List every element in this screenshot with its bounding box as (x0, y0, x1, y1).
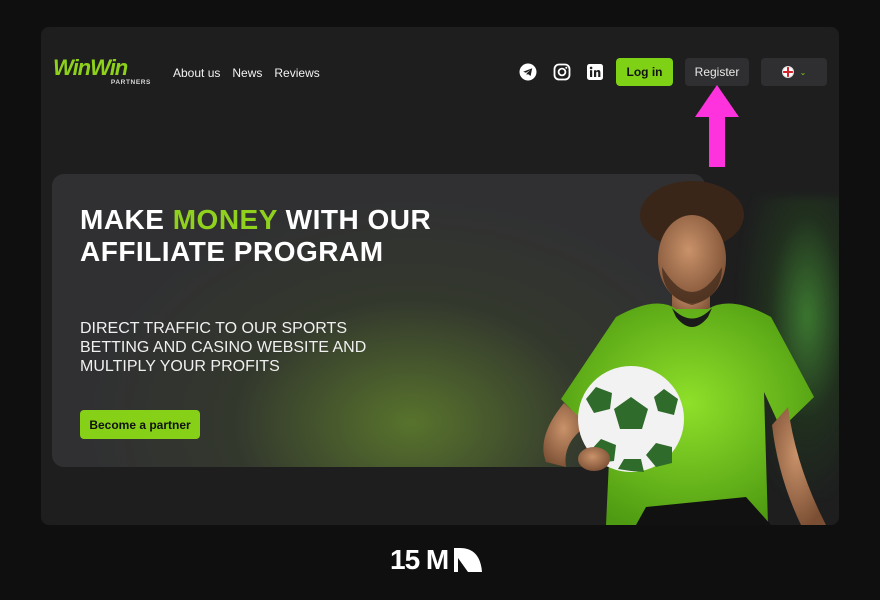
instagram-icon[interactable] (553, 63, 571, 81)
logo-subtext: PARTNERS (110, 79, 151, 86)
become-partner-button[interactable]: Become a partner (80, 410, 200, 439)
brand-shape-icon (454, 548, 483, 572)
main-nav: About us News Reviews (173, 66, 320, 80)
uk-flag-icon (781, 66, 794, 78)
telegram-icon[interactable] (519, 63, 537, 81)
annotation-arrow (695, 85, 739, 167)
hero-title-accent: MONEY (172, 204, 278, 235)
nav-news[interactable]: News (232, 66, 262, 80)
15m-brand: 15 M (390, 544, 483, 575)
hero-subtitle: DIRECT TRAFFIC TO OUR SPORTS BETTING AND… (80, 320, 367, 375)
login-button[interactable]: Log in (616, 58, 673, 86)
hero-title: MAKE MONEY WITH OUR AFFILIATE PROGRAM (80, 204, 432, 267)
linkedin-icon[interactable] (586, 63, 604, 81)
register-button[interactable]: Register (685, 58, 749, 86)
logo-text: WinWin (53, 55, 128, 80)
football-player-image (543, 181, 826, 525)
nav-about-us[interactable]: About us (173, 66, 220, 80)
winwin-logo[interactable]: WinWin PARTNERS (53, 57, 163, 91)
nav-reviews[interactable]: Reviews (274, 66, 319, 80)
language-selector[interactable]: ⌄ (761, 58, 827, 86)
chevron-down-icon: ⌄ (799, 67, 807, 77)
15m-brand-text: 15 M (390, 544, 449, 575)
